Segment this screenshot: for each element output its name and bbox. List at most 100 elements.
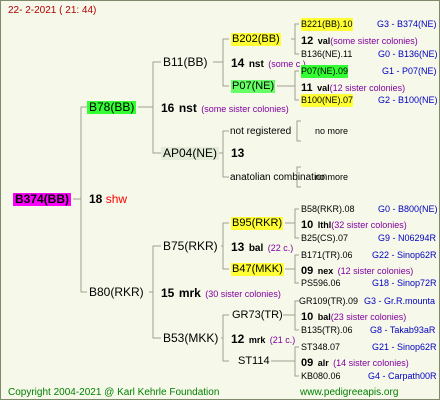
- g4-queen-5: no more: [315, 126, 349, 136]
- dam-dam-gen-code: mrk: [248, 335, 266, 345]
- sire-sire-gen-code: nst: [248, 59, 264, 70]
- connector-g3-1: [291, 23, 299, 55]
- g3-queen-5[interactable]: B95(RKR): [231, 217, 284, 230]
- g3-gen-code-1: val: [317, 36, 331, 46]
- g4-line-14: G4 - Carpath00R: [368, 371, 437, 381]
- connector-root: [73, 106, 87, 293]
- g4-queen-4[interactable]: B100(NE).07: [301, 94, 354, 107]
- g3-gen-number-2: 11: [301, 82, 313, 94]
- connector-g3-2: [277, 70, 299, 101]
- g3-sisters-6: (12 sister colonies): [337, 266, 414, 276]
- g3-queen-1[interactable]: B202(BB): [231, 33, 281, 46]
- g3-generation-8: 09 alr (14 sister colonies): [301, 355, 409, 370]
- g4-queen-11[interactable]: GR109(TR).09: [299, 295, 358, 308]
- g4-line-8: G9 - N06294R: [378, 233, 437, 243]
- dam-sire-queen[interactable]: B75(RKR): [161, 240, 220, 253]
- g3-gen-code-7: bal: [317, 312, 331, 322]
- g4-queen-14[interactable]: KB080.06: [301, 370, 341, 383]
- root-gen-number: 18: [89, 192, 103, 206]
- dam-sire-generation: 13 bal (22 c.): [231, 240, 293, 255]
- g3-sisters-2: (12 sister colonies): [329, 83, 406, 93]
- g3-gen-code-5: lthl: [317, 220, 332, 230]
- g4-line-1: G3 - B374(NE): [377, 19, 437, 29]
- sire-dam-queen[interactable]: AP04(NE): [161, 147, 220, 160]
- g3-gen-number-7: 10: [301, 311, 314, 323]
- g3-gen-number-1: 12: [301, 35, 314, 47]
- g4-queen-12[interactable]: B135(TR).06: [301, 324, 353, 337]
- dam-dam-generation: 12 mrk (21 c.): [231, 332, 295, 347]
- g4-line-13: G21 - Sinop62R: [372, 342, 437, 352]
- g3-queen-4[interactable]: anatolian combination: [229, 171, 328, 184]
- g4-queen-1[interactable]: B221(BB).10: [301, 18, 353, 31]
- dam-gen-number: 15: [161, 286, 175, 300]
- sire-sire-queen[interactable]: B11(BB): [161, 56, 209, 69]
- connector-g3-6: [285, 254, 299, 284]
- g4-line-4: G2 - B100(NE): [378, 95, 438, 105]
- g3-queen-3[interactable]: not registered: [229, 125, 292, 138]
- g3-gen-code-8: alr: [317, 358, 329, 368]
- connector-g3-5: [285, 208, 299, 239]
- connector-g2-4: [221, 314, 229, 362]
- root-queen[interactable]: B374(BB): [13, 193, 72, 206]
- g3-generation-6: 09 nex (12 sister colonies): [301, 263, 413, 278]
- dam-generation: 15 mrk (30 sister colonies): [161, 286, 281, 301]
- dam-sisters: (30 sister colonies): [205, 289, 281, 299]
- g3-sisters-8: (14 sister colonies): [333, 358, 409, 368]
- connector-g2-1: [213, 38, 229, 87]
- g3-queen-8[interactable]: ST114: [237, 355, 271, 368]
- g3-gen-number-6: 09: [301, 265, 314, 277]
- dam-sire-gen-code: bal: [248, 243, 264, 254]
- g3-queen-6[interactable]: B47(MKK): [231, 263, 284, 276]
- sire-gen-number: 16: [161, 101, 175, 115]
- pedigree-frame: 22- 2-2021 ( 21: 44) B374(BB) 18 shw B78…: [0, 0, 440, 400]
- g4-queen-7[interactable]: B58(RKR).08: [301, 203, 355, 216]
- dam-dam-gen-number: 12: [231, 332, 245, 346]
- dam-dam-sisters: (21 c.): [269, 335, 296, 345]
- g3-sisters-7: (23 sister colonies): [330, 312, 407, 322]
- g3-gen-number-8: 09: [301, 357, 314, 369]
- g4-line-11: G3 - Gr.R.mounta: [364, 296, 436, 306]
- g3-generation-2: 11 val(12 sister colonies): [301, 80, 405, 95]
- dam-sire-sisters: (22 c.): [267, 243, 294, 253]
- g3-generation-7: 10 bal(23 sister colonies): [301, 309, 406, 324]
- dam-sire-gen-number: 13: [231, 240, 245, 254]
- dam-queen[interactable]: B80(RKR): [87, 286, 146, 299]
- g4-line-3: G1 - P07(NE): [382, 66, 437, 76]
- g3-generation-5: 10 lthl(32 sister colonies): [301, 217, 407, 232]
- g4-line-2: G0 - B136(NE): [378, 49, 438, 59]
- g4-line-10: G18 - Sinop72R: [372, 278, 437, 288]
- report-date: 22- 2-2021 ( 21: 44): [8, 5, 97, 16]
- connector-dam: [149, 245, 161, 339]
- g4-line-12: G8 - Takab93aR: [370, 325, 436, 335]
- footer-copyright: Copyright 2004-2021 @ Karl Kehrle Founda…: [8, 387, 220, 398]
- g3-sisters-5: (32 sister colonies): [331, 220, 407, 230]
- sire-sire-gen-number: 14: [231, 56, 245, 70]
- dam-gen-code: mrk: [178, 286, 201, 300]
- g3-gen-number-5: 10: [301, 219, 314, 231]
- g3-queen-2[interactable]: P07(NE): [231, 80, 276, 93]
- g3-queen-7[interactable]: GR73(TR): [231, 309, 284, 322]
- footer-site-link[interactable]: www.pedigreeapis.org: [300, 386, 398, 399]
- g4-queen-3[interactable]: P07(NE).09: [301, 65, 349, 78]
- g4-queen-9[interactable]: B171(TR).06: [301, 249, 353, 262]
- connector-sire: [138, 61, 161, 154]
- g4-queen-6: no more: [315, 172, 349, 182]
- g3-generation-1: 12 val(some sister colonies): [301, 33, 418, 48]
- root-generation: 18 shw: [89, 193, 127, 206]
- g3-gen-code-6: nex: [317, 266, 334, 276]
- g4-queen-8[interactable]: B25(CS).07: [301, 232, 348, 245]
- g4-line-7: G0 - B800(NE): [378, 204, 438, 214]
- connector-g2-3: [221, 222, 229, 270]
- sire-generation: 16 nst (some sister colonies): [161, 101, 289, 116]
- g4-queen-2[interactable]: B136(NE).11: [301, 48, 352, 61]
- connector-g3-7: [283, 300, 299, 331]
- g4-queen-10[interactable]: PS596.06: [301, 277, 341, 290]
- sire-sisters: (some sister colonies): [201, 104, 289, 114]
- sire-queen[interactable]: B78(BB): [87, 101, 137, 114]
- sire-sire-generation: 14 nst (some c.): [231, 56, 306, 71]
- root-gen-code: shw: [105, 192, 128, 206]
- g4-queen-13[interactable]: ST348.07: [301, 341, 340, 354]
- connector-g3-8: [271, 346, 299, 377]
- connector-g3-3: [296, 120, 301, 142]
- dam-dam-queen[interactable]: B53(MKK): [161, 332, 220, 345]
